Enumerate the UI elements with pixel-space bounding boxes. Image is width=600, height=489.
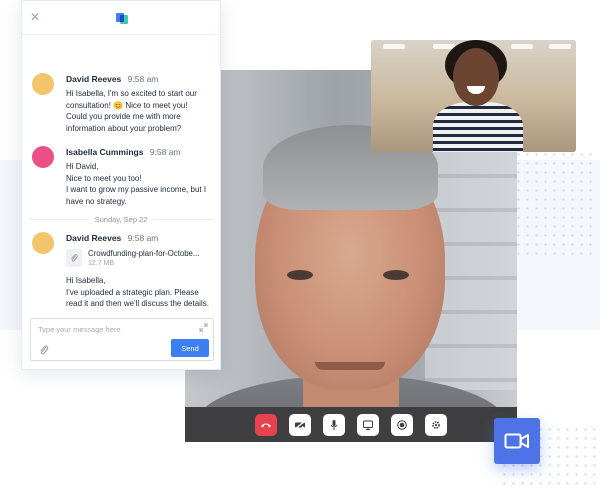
screen-share-button[interactable] (357, 413, 379, 436)
file-name: Crowdfunding-plan-for-Octobe... (88, 249, 200, 258)
file-attachment[interactable]: Crowdfunding-plan-for-Octobe... 12.7 MB (66, 249, 210, 267)
screen-share-icon (363, 420, 373, 430)
sender-name: David Reeves (66, 74, 122, 84)
day-separator: Sunday, Sep 22 (30, 215, 212, 224)
close-icon[interactable]: ✕ (30, 11, 40, 23)
file-size: 12.7 MB (88, 260, 115, 267)
pip-participant-face (453, 48, 499, 106)
avatar (32, 73, 54, 95)
chat-panel: ✕ David Reeves 9:58 am Hi Isabella, I'm … (21, 0, 221, 370)
record-icon (397, 419, 407, 430)
message-composer: Send (30, 318, 214, 361)
message-input[interactable] (38, 325, 188, 334)
chat-message: David Reeves 9:58 am Crowdfunding-plan-f… (32, 232, 210, 310)
chat-message: David Reeves 9:58 am Hi Isabella, I'm so… (32, 73, 210, 134)
attachment-icon[interactable] (39, 344, 49, 356)
message-time: 9:58 am (127, 233, 159, 243)
phone-hangup-icon (261, 423, 271, 427)
microphone-icon (330, 419, 338, 430)
chat-message: Isabella Cummings 9:58 am Hi David, Nice… (32, 146, 210, 207)
message-text: Hi Isabella, I'm so excited to start our… (66, 89, 197, 133)
pip-participant-body (433, 102, 523, 152)
message-time: 9:58 am (149, 147, 181, 157)
avatar (32, 232, 54, 254)
video-camera-icon (504, 433, 529, 449)
call-controls-bar (185, 407, 517, 442)
day-separator-label: Sunday, Sep 22 (94, 215, 148, 224)
mic-toggle-button[interactable] (323, 413, 345, 436)
camera-off-icon (294, 420, 306, 429)
video-call-badge (494, 418, 540, 464)
gear-icon (432, 420, 440, 429)
expand-icon[interactable] (199, 323, 208, 332)
paperclip-icon (66, 249, 82, 267)
sender-name: Isabella Cummings (66, 147, 144, 157)
send-button[interactable]: Send (171, 339, 209, 357)
end-call-button[interactable] (255, 413, 277, 436)
camera-toggle-button[interactable] (289, 413, 311, 436)
chat-logo-icon (116, 13, 128, 24)
settings-button[interactable] (425, 413, 447, 436)
pip-video-feed (371, 40, 576, 152)
message-text: Hi Isabella, I've uploaded a strategic p… (66, 276, 209, 308)
chat-header: ✕ (22, 1, 220, 35)
message-text: Hi David, Nice to meet you too! I want t… (66, 162, 207, 206)
record-button[interactable] (391, 413, 413, 436)
message-time: 9:58 am (127, 74, 159, 84)
sender-name: David Reeves (66, 233, 122, 243)
avatar (32, 146, 54, 168)
